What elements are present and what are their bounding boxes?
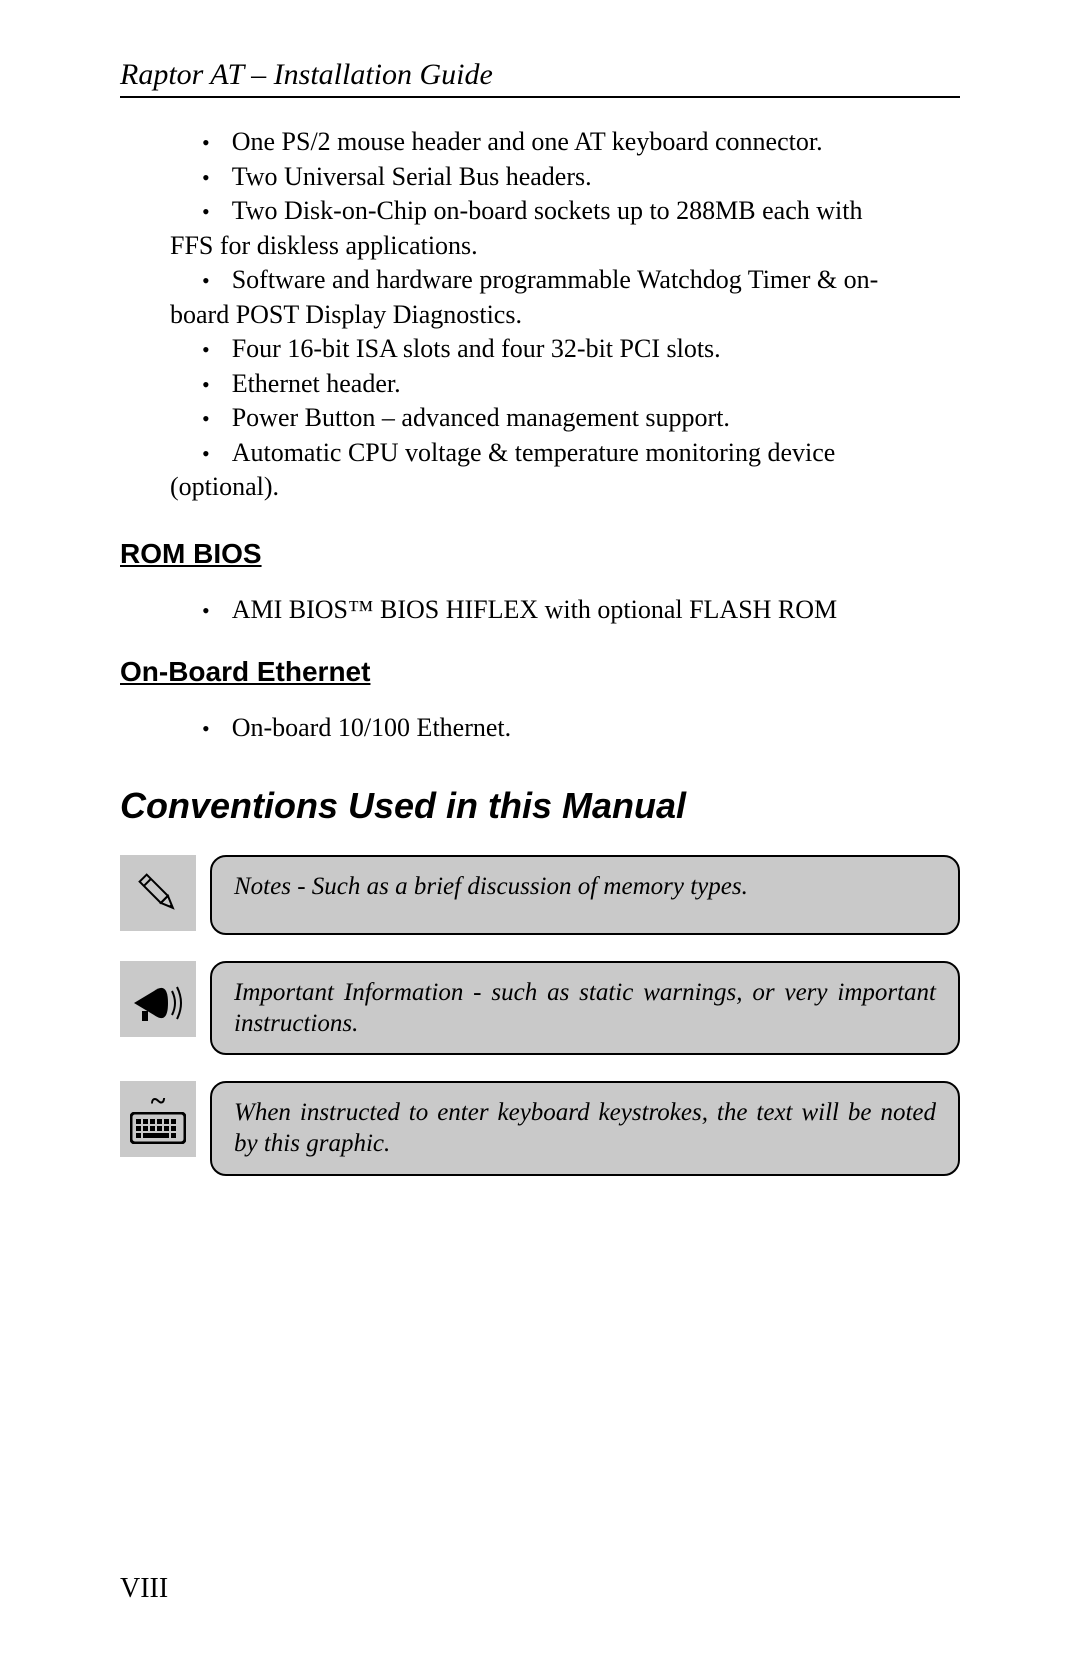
keyboard-callout: When instructed to enter keyboard keystr… (210, 1081, 960, 1176)
notes-callout-text: Notes - Such as a brief discussion of me… (234, 873, 748, 900)
list-item: •Two Universal Serial Bus headers. (170, 161, 950, 194)
megaphone-icon (120, 961, 196, 1037)
list-item-wrap: FFS for diskless applications. (170, 230, 950, 263)
keyboard-callout-text: When instructed to enter keyboard keystr… (234, 1099, 936, 1157)
important-callout-text: Important Information - such as static w… (234, 979, 936, 1037)
pencil-icon (120, 855, 196, 931)
list-item-text: AMI BIOS™ BIOS HIFLEX with optional FLAS… (232, 595, 837, 624)
convention-row-keyboard: ~ When instructed to enter keyboard keys… (120, 1081, 960, 1176)
list-item: •AMI BIOS™ BIOS HIFLEX with optional FLA… (170, 594, 950, 627)
list-item-text: Four 16-bit ISA slots and four 32-bit PC… (232, 334, 721, 363)
list-item: •Automatic CPU voltage & temperature mon… (170, 437, 950, 470)
keyboard-icon: ~ (120, 1081, 196, 1157)
rom-bios-list: •AMI BIOS™ BIOS HIFLEX with optional FLA… (170, 594, 950, 627)
document-page: Raptor AT – Installation Guide •One PS/2… (0, 0, 1080, 1176)
list-item-text: Power Button – advanced management suppo… (232, 403, 730, 432)
ethernet-list: •On-board 10/100 Ethernet. (170, 712, 950, 745)
page-header-title: Raptor AT – Installation Guide (120, 58, 960, 92)
page-number: VIII (120, 1573, 168, 1605)
important-callout: Important Information - such as static w… (210, 961, 960, 1056)
header-divider (120, 96, 960, 98)
list-item-text: Ethernet header. (232, 369, 401, 398)
list-item: •Power Button – advanced management supp… (170, 402, 950, 435)
list-item-text: Two Universal Serial Bus headers. (232, 162, 592, 191)
section-heading-rom-bios: ROM BIOS (120, 538, 960, 570)
convention-row-notes: Notes - Such as a brief discussion of me… (120, 855, 960, 935)
list-item-text: Two Disk-on-Chip on-board sockets up to … (232, 196, 863, 225)
list-item: •Two Disk-on-Chip on-board sockets up to… (170, 195, 950, 228)
list-item-text: One PS/2 mouse header and one AT keyboar… (232, 127, 823, 156)
notes-callout: Notes - Such as a brief discussion of me… (210, 855, 960, 935)
list-item-text: Automatic CPU voltage & temperature moni… (232, 438, 836, 467)
list-item: •Four 16-bit ISA slots and four 32-bit P… (170, 333, 950, 366)
list-item: •One PS/2 mouse header and one AT keyboa… (170, 126, 950, 159)
list-item: •On-board 10/100 Ethernet. (170, 712, 950, 745)
section-heading-conventions: Conventions Used in this Manual (120, 785, 960, 827)
list-item-text: Software and hardware programmable Watch… (232, 265, 879, 294)
list-item-wrap: (optional). (170, 471, 950, 504)
section-heading-ethernet: On-Board Ethernet (120, 656, 960, 688)
convention-row-important: Important Information - such as static w… (120, 961, 960, 1056)
list-item-text: On-board 10/100 Ethernet. (232, 713, 511, 742)
list-item: •Ethernet header. (170, 368, 950, 401)
list-item: •Software and hardware programmable Watc… (170, 264, 950, 297)
list-item-wrap: board POST Display Diagnostics. (170, 299, 950, 332)
feature-list: •One PS/2 mouse header and one AT keyboa… (170, 126, 950, 504)
